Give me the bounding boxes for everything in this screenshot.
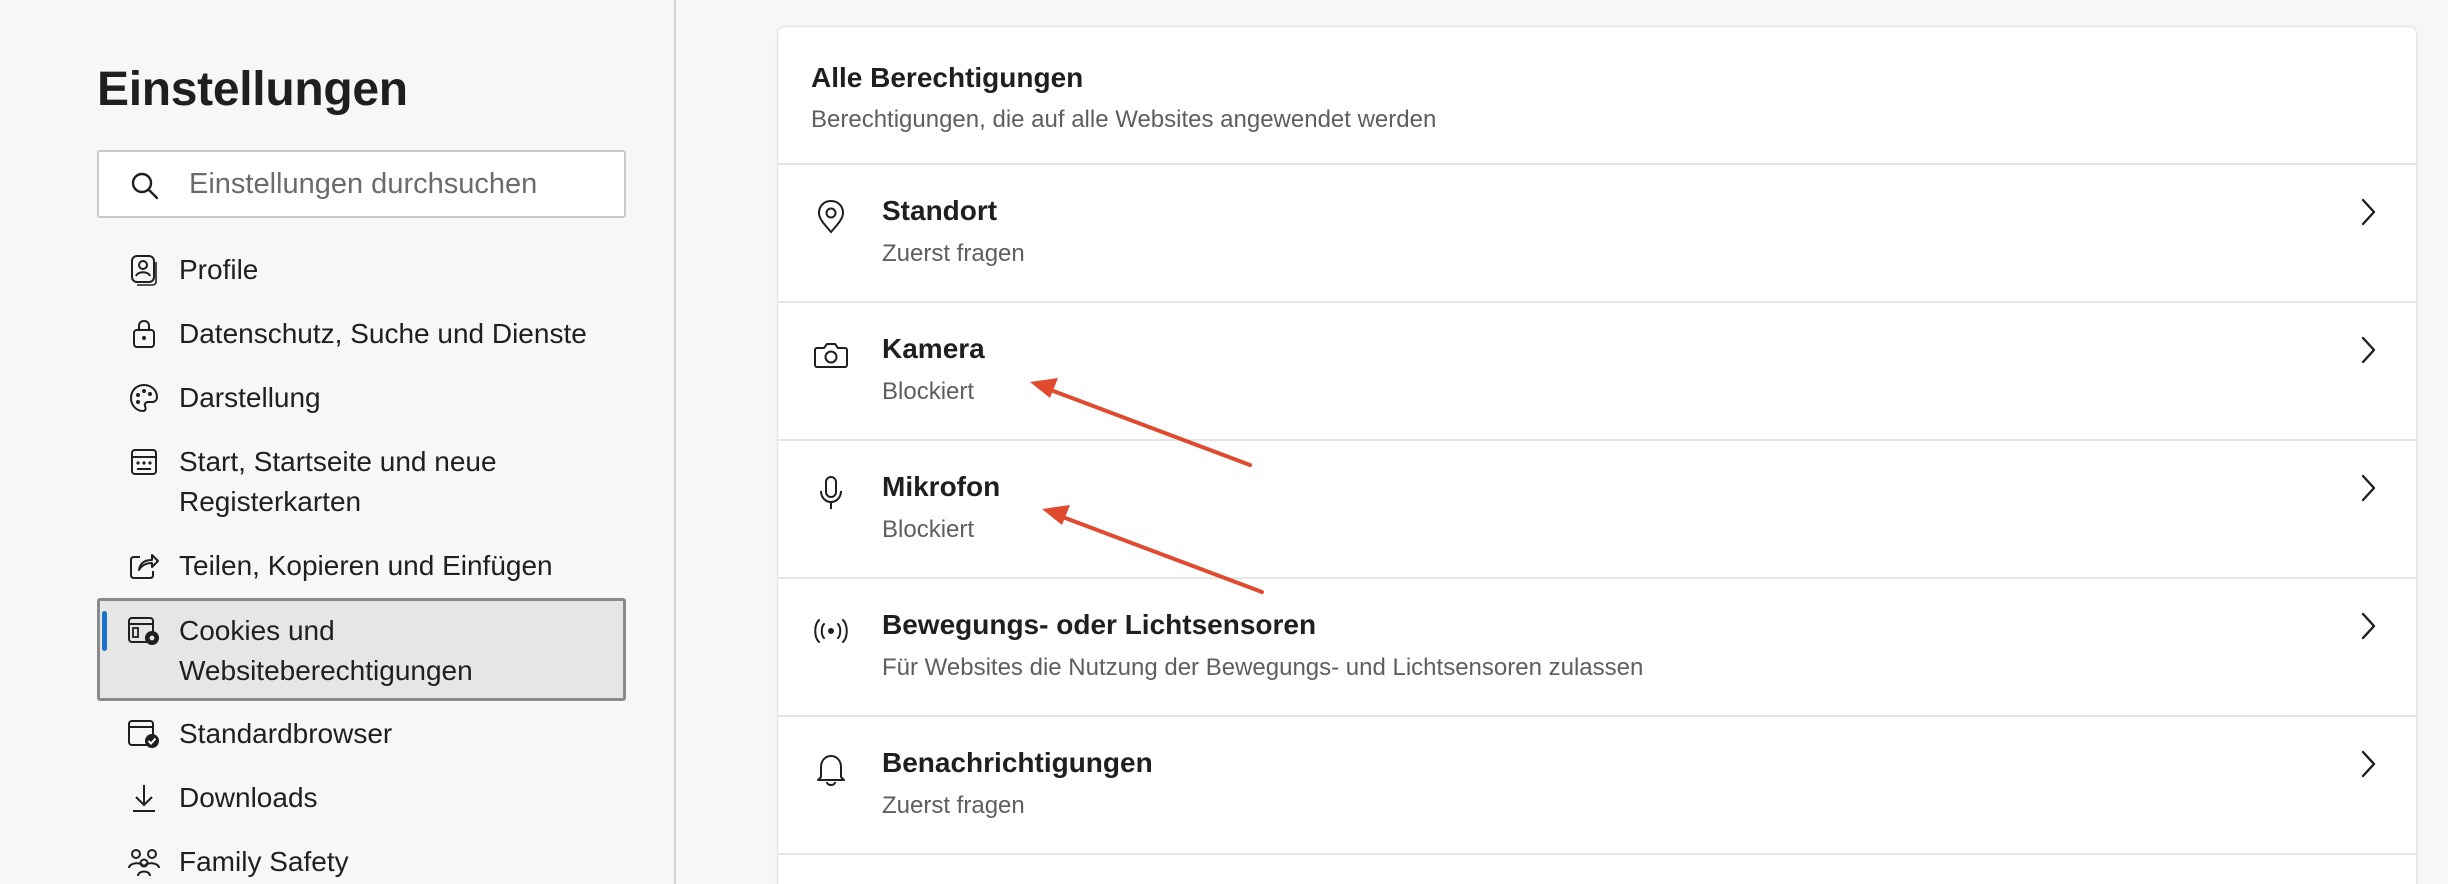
default-browser-icon xyxy=(123,714,165,754)
sidebar-item-label: Darstellung xyxy=(179,382,321,413)
permission-row-sensors[interactable]: Bewegungs- oder Lichtsensoren Für Websit… xyxy=(778,579,2416,717)
permission-title: Kamera xyxy=(882,333,985,364)
chevron-right-icon xyxy=(2361,750,2376,778)
sidebar-item-label: Start, Startseite und neue Registerkarte… xyxy=(179,446,497,517)
home-tabs-icon xyxy=(123,442,165,482)
sidebar-item-privacy[interactable]: Datenschutz, Suche und Dienste xyxy=(97,314,626,354)
permission-status: Zuerst fragen xyxy=(882,240,1025,267)
permission-title: Standort xyxy=(882,195,998,226)
share-icon xyxy=(123,546,165,586)
sidebar-item-label: Cookies und Websiteberechtigungen xyxy=(179,615,473,686)
bell-icon xyxy=(811,749,851,789)
profile-icon xyxy=(123,250,165,290)
microphone-icon xyxy=(811,473,851,513)
location-icon xyxy=(811,197,851,237)
sidebar-item-label: Profile xyxy=(179,254,259,285)
chevron-right-icon xyxy=(2361,612,2376,640)
sensor-icon xyxy=(811,611,851,651)
permission-title: Mikrofon xyxy=(882,471,1001,502)
sidebar-item-label: Teilen, Kopieren und Einfügen xyxy=(179,550,553,581)
chevron-right-icon xyxy=(2361,336,2376,364)
permission-title: Benachrichtigungen xyxy=(882,747,1153,778)
chevron-right-icon xyxy=(2361,474,2376,502)
sidebar-item-label: Family Safety xyxy=(179,846,349,877)
permission-status: Blockiert xyxy=(882,378,975,405)
sidebar-title: Einstellungen xyxy=(97,63,408,116)
permission-status: Zuerst fragen xyxy=(882,792,1025,819)
family-icon xyxy=(123,842,165,882)
cookies-permissions-icon xyxy=(123,611,165,651)
search-input[interactable] xyxy=(189,152,609,216)
permissions-header: Alle Berechtigungen Berechtigungen, die … xyxy=(778,27,2416,165)
sidebar-item-label: Standardbrowser xyxy=(179,718,393,749)
sidebar-item-appearance[interactable]: Darstellung xyxy=(97,378,626,418)
permission-row-location[interactable]: Standort Zuerst fragen xyxy=(778,165,2416,303)
search-icon xyxy=(131,172,159,200)
sidebar-item-label: Downloads xyxy=(179,782,318,813)
chevron-right-icon xyxy=(2361,198,2376,226)
palette-icon xyxy=(123,378,165,418)
sidebar-item-default-browser[interactable]: Standardbrowser xyxy=(97,714,626,754)
section-subtitle: Berechtigungen, die auf alle Websites an… xyxy=(811,106,1437,133)
lock-icon xyxy=(123,314,165,354)
sidebar-item-cookies-permissions[interactable]: Cookies und Websiteberechtigungen xyxy=(97,598,626,701)
permissions-card: Alle Berechtigungen Berechtigungen, die … xyxy=(777,26,2417,884)
permission-status: Für Websites die Nutzung der Bewegungs- … xyxy=(882,654,1644,681)
camera-icon xyxy=(811,335,851,375)
search-box[interactable] xyxy=(97,150,626,218)
permission-row-microphone[interactable]: Mikrofon Blockiert xyxy=(778,441,2416,579)
permission-row-camera[interactable]: Kamera Blockiert xyxy=(778,303,2416,441)
permission-status: Blockiert xyxy=(882,516,975,543)
permission-title: Bewegungs- oder Lichtsensoren xyxy=(882,609,1317,640)
download-icon xyxy=(123,778,165,818)
sidebar-item-start-home[interactable]: Start, Startseite und neue Registerkarte… xyxy=(97,442,626,522)
sidebar-item-family-safety[interactable]: Family Safety xyxy=(97,842,626,882)
section-title: Alle Berechtigungen xyxy=(811,62,1084,93)
sidebar-item-share[interactable]: Teilen, Kopieren und Einfügen xyxy=(97,546,626,586)
permission-row-notifications[interactable]: Benachrichtigungen Zuerst fragen xyxy=(778,717,2416,855)
sidebar-item-label: Datenschutz, Suche und Dienste xyxy=(179,318,587,349)
sidebar: Einstellungen Profile Datenschutz, Suche… xyxy=(0,0,676,884)
sidebar-item-downloads[interactable]: Downloads xyxy=(97,778,626,818)
sidebar-item-profile[interactable]: Profile xyxy=(97,250,626,290)
